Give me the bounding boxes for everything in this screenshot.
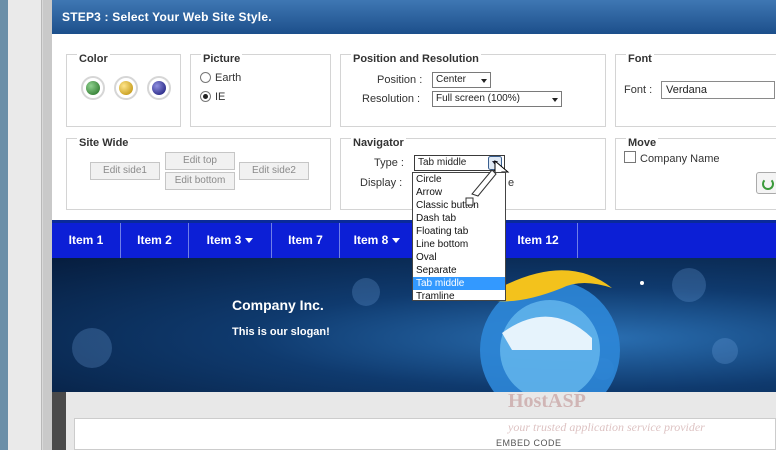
pointer-annotation bbox=[465, 169, 497, 206]
edit-side2-button[interactable]: Edit side2 bbox=[239, 162, 309, 180]
font-input[interactable]: Verdana bbox=[661, 81, 775, 99]
radio-ie-label: IE bbox=[215, 91, 226, 103]
radio-earth[interactable] bbox=[200, 72, 211, 83]
site-wide-group: Site Wide Edit top Edit side1 Edit botto… bbox=[66, 137, 331, 210]
company-name-checkbox[interactable] bbox=[624, 151, 636, 163]
position-resolution-title: Position and Resolution bbox=[351, 53, 481, 65]
dropdown-option-oval[interactable]: Oval bbox=[413, 251, 505, 264]
company-name-label: Company Name bbox=[640, 153, 720, 165]
bokeh-light bbox=[352, 278, 380, 306]
navigator-type-value: Tab middle bbox=[418, 157, 467, 168]
chevron-down-icon bbox=[392, 238, 401, 244]
resolution-select[interactable]: Full screen (100%) bbox=[432, 91, 562, 107]
picture-group-title: Picture bbox=[201, 53, 243, 65]
watermark-subtitle: your trusted application service provide… bbox=[508, 420, 705, 434]
watermark-title: HostASP bbox=[508, 390, 586, 412]
nav-item-label: Item 7 bbox=[288, 233, 323, 247]
left-frame-panel bbox=[8, 0, 42, 450]
bokeh-light bbox=[72, 328, 112, 368]
move-title: Move bbox=[626, 137, 659, 149]
chevron-down-icon bbox=[481, 79, 487, 83]
color-group: Color bbox=[66, 53, 181, 127]
font-group-title: Font bbox=[626, 53, 654, 65]
bottom-left-edge bbox=[52, 392, 66, 450]
dropdown-option-tab-middle[interactable]: Tab middle bbox=[413, 277, 505, 290]
nav-item-3[interactable]: Item 3 bbox=[189, 223, 272, 258]
resolution-select-value: Full screen (100%) bbox=[436, 93, 520, 104]
banner-slogan: This is our slogan! bbox=[232, 326, 330, 338]
radio-ie[interactable] bbox=[200, 91, 211, 102]
nav-item-8[interactable]: Item 8 bbox=[340, 223, 414, 258]
bokeh-light bbox=[672, 268, 706, 302]
navigator-title: Navigator bbox=[351, 137, 406, 149]
color-swatch-green[interactable] bbox=[81, 76, 105, 100]
embed-code-label: EMBED CODE bbox=[496, 438, 562, 448]
dropdown-option-separate[interactable]: Separate bbox=[413, 264, 505, 277]
nav-item-label: Item 1 bbox=[68, 233, 104, 247]
nav-item-12[interactable]: Item 12 bbox=[498, 223, 578, 258]
display-label: Display : bbox=[360, 177, 403, 189]
color-group-title: Color bbox=[77, 53, 110, 65]
bokeh-light bbox=[712, 338, 738, 364]
resolution-label: Resolution : bbox=[362, 93, 421, 105]
dropdown-option-tramline[interactable]: Tramline bbox=[413, 290, 505, 303]
refresh-icon[interactable] bbox=[756, 172, 776, 194]
type-label: Type : bbox=[374, 157, 404, 169]
picture-group: Picture Earth IE bbox=[190, 53, 331, 127]
move-group: Move Company Name bbox=[615, 137, 776, 210]
left-frame bbox=[0, 0, 52, 450]
edit-bottom-button[interactable]: Edit bottom bbox=[165, 172, 235, 190]
edit-top-button[interactable]: Edit top bbox=[165, 152, 235, 170]
position-select-value: Center bbox=[436, 74, 467, 85]
dropdown-option-line-bottom[interactable]: Line bottom bbox=[413, 238, 505, 251]
edit-side1-button[interactable]: Edit side1 bbox=[90, 162, 160, 180]
site-wide-title: Site Wide bbox=[77, 137, 131, 149]
nav-item-label: Item 2 bbox=[137, 233, 172, 247]
font-group: Font Font : Verdana bbox=[615, 53, 776, 127]
radio-earth-label: Earth bbox=[215, 72, 242, 84]
nav-item-7[interactable]: Item 7 bbox=[272, 223, 340, 258]
left-frame-border bbox=[43, 0, 52, 450]
chevron-down-icon bbox=[552, 98, 558, 102]
banner-company-name: Company Inc. bbox=[232, 297, 324, 313]
nav-item-label: Item 8 bbox=[353, 233, 389, 247]
font-label: Font : bbox=[624, 84, 653, 96]
nav-item-label: Item 3 bbox=[206, 233, 242, 247]
nav-item-2[interactable]: Item 2 bbox=[121, 223, 189, 258]
dropdown-option-floating-tab[interactable]: Floating tab bbox=[413, 225, 505, 238]
nav-item-label: Item 12 bbox=[517, 233, 559, 247]
color-swatch-blue[interactable] bbox=[147, 76, 171, 100]
position-label: Position : bbox=[377, 74, 423, 86]
left-frame-edge bbox=[0, 0, 8, 450]
color-swatch-gold[interactable] bbox=[114, 76, 138, 100]
step-header: STEP3 : Select Your Web Site Style. bbox=[52, 0, 776, 34]
position-select[interactable]: Center bbox=[432, 72, 491, 88]
chevron-down-icon bbox=[245, 238, 254, 244]
nav-item-1[interactable]: Item 1 bbox=[52, 223, 121, 258]
position-resolution-group: Position and Resolution Position : Cente… bbox=[340, 53, 606, 127]
dropdown-option-dash-tab[interactable]: Dash tab bbox=[413, 212, 505, 225]
